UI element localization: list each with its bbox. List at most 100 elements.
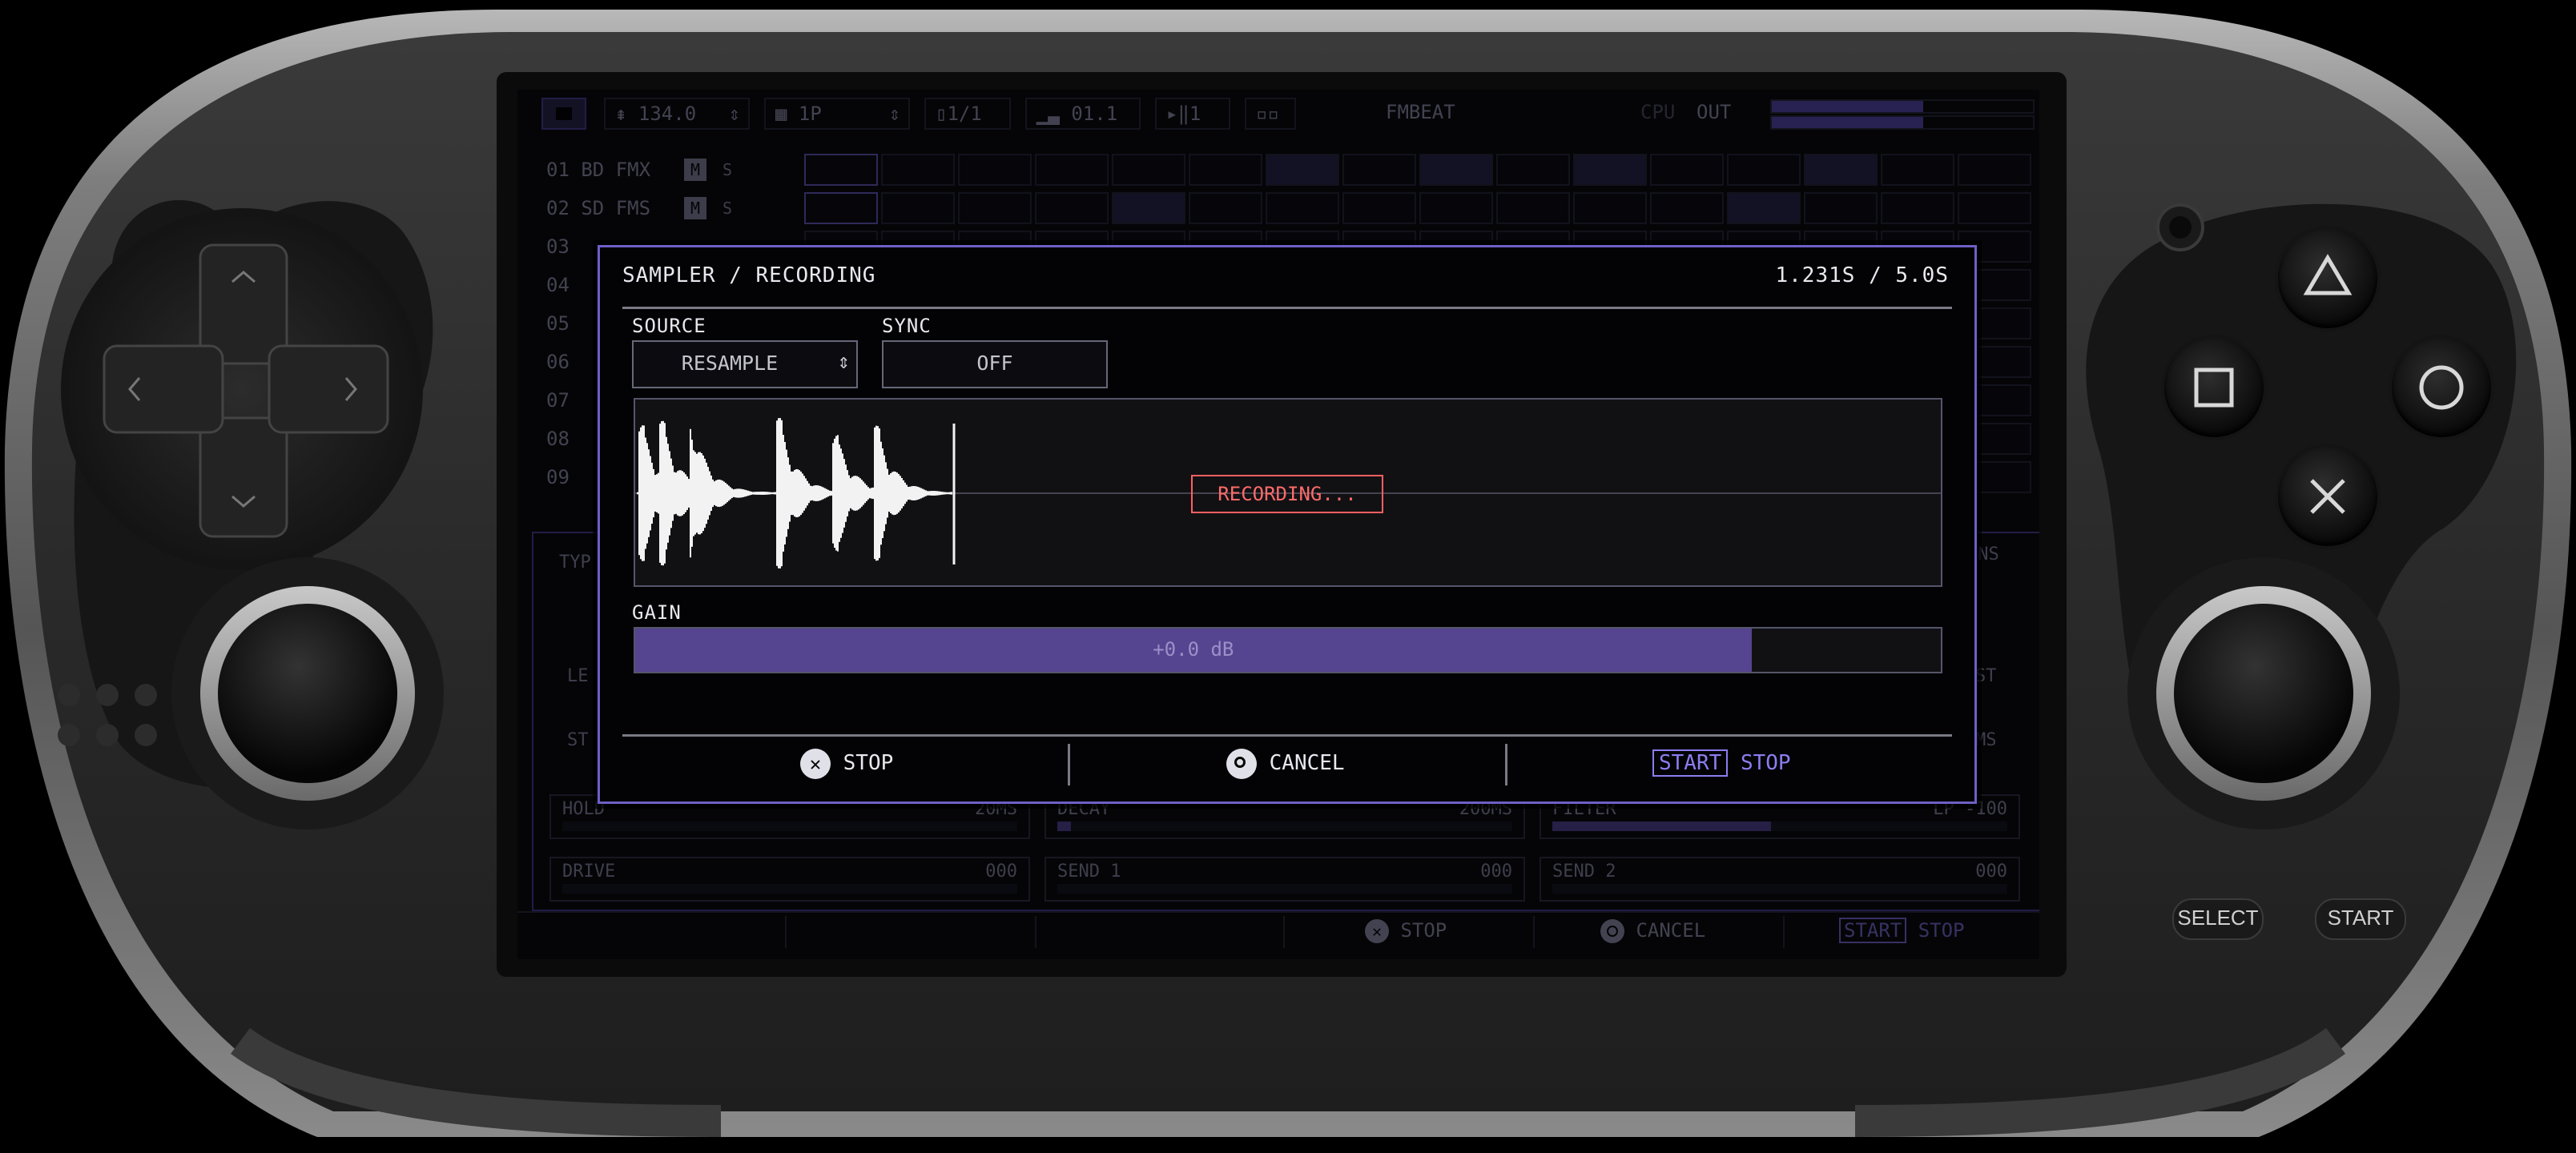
cross-button[interactable]: [2278, 447, 2377, 546]
hold-bar: [562, 822, 1017, 831]
modal-cancel-button[interactable]: CANCEL: [1226, 745, 1345, 781]
step-cell[interactable]: [1035, 192, 1109, 224]
cancel-label: CANCEL: [1269, 751, 1345, 775]
circle-icon: [1600, 919, 1624, 943]
step-cell[interactable]: [1958, 192, 2031, 224]
step-cell[interactable]: [1573, 154, 1647, 186]
bottom-start-stop[interactable]: START STOP: [1839, 918, 1965, 943]
step-cell[interactable]: [1727, 192, 1801, 224]
step-cell[interactable]: [1804, 192, 1878, 224]
page-control[interactable]: ▯1/1: [924, 98, 1011, 130]
stepper-icon: ⇕: [728, 102, 740, 125]
track-label[interactable]: 02 SD FMS: [546, 192, 650, 224]
divider: [1283, 916, 1285, 948]
step-cell[interactable]: [1266, 192, 1339, 224]
project-name: FMBEAT: [1386, 101, 1455, 123]
solo-button[interactable]: S: [716, 159, 739, 181]
view-mode-button[interactable]: ▫▫: [1245, 98, 1296, 130]
dpad[interactable]: [61, 208, 423, 570]
page-icon: ▯: [936, 102, 948, 125]
title-divider: [622, 307, 1952, 309]
step-cell[interactable]: [1727, 154, 1801, 186]
step-cell[interactable]: [1419, 154, 1493, 186]
recording-time: 1.231S / 5.0S: [1775, 263, 1949, 287]
square-icon: [2194, 368, 2234, 408]
step-cell[interactable]: [1112, 154, 1185, 186]
stop-label-2: STOP: [1740, 751, 1791, 775]
step-cell[interactable]: [804, 154, 878, 186]
track-label[interactable]: 05: [546, 307, 570, 339]
gain-value: +0.0 dB: [1153, 638, 1234, 661]
start-button[interactable]: START: [2315, 898, 2406, 940]
param-row3-right: MS: [1975, 730, 1997, 750]
stop-transport-button[interactable]: [541, 98, 586, 130]
track-label[interactable]: 03: [546, 231, 570, 263]
step-cell[interactable]: [1342, 192, 1416, 224]
param-row2-right: ST: [1975, 666, 1997, 686]
play-mode-control[interactable]: ▸‖1: [1155, 98, 1230, 130]
bottom-stop-button[interactable]: ✕ STOP: [1365, 919, 1447, 943]
sampler-recording-dialog: SAMPLER / RECORDING 1.231S / 5.0S SOURCE…: [598, 245, 1977, 804]
triangle-button[interactable]: [2278, 229, 2377, 328]
step-cell[interactable]: [881, 154, 955, 186]
circle-icon: [1226, 748, 1257, 779]
drive-param[interactable]: DRIVE 000: [549, 857, 1030, 902]
drive-value: 000: [985, 862, 1017, 882]
stop-label-2: STOP: [1918, 919, 1965, 942]
step-cell[interactable]: [1958, 154, 2031, 186]
mute-button[interactable]: M: [684, 197, 706, 219]
track-label[interactable]: 09: [546, 461, 570, 493]
out-label: OUT: [1697, 101, 1732, 123]
step-cell[interactable]: [881, 192, 955, 224]
bottom-bar: [517, 911, 2039, 959]
divider: [1533, 916, 1535, 948]
stop-label: STOP: [1400, 919, 1447, 942]
track-label[interactable]: 07: [546, 384, 570, 416]
step-cell[interactable]: [1650, 192, 1724, 224]
modal-stop-button[interactable]: ✕ STOP: [800, 745, 893, 781]
dialog-title: SAMPLER / RECORDING: [622, 263, 876, 287]
step-cell[interactable]: [1881, 154, 1954, 186]
send1-param[interactable]: SEND 1 000: [1044, 857, 1525, 902]
step-cell[interactable]: [958, 192, 1032, 224]
step-cell[interactable]: [1035, 154, 1109, 186]
step-cell[interactable]: [958, 154, 1032, 186]
tempo-control[interactable]: ⇞ 134.0 ⇕: [604, 98, 750, 130]
step-cell[interactable]: [1650, 154, 1724, 186]
gain-slider[interactable]: +0.0 dB: [634, 627, 1942, 673]
param-type-label: TYP: [559, 552, 591, 572]
step-cell[interactable]: [1342, 154, 1416, 186]
track-label[interactable]: 06: [546, 346, 570, 378]
mute-button[interactable]: M: [684, 159, 706, 181]
right-analog-stick[interactable]: [2127, 557, 2400, 830]
left-analog-stick[interactable]: [171, 557, 444, 830]
circle-button[interactable]: [2392, 338, 2491, 437]
track-label[interactable]: 08: [546, 423, 570, 455]
select-button[interactable]: SELECT: [2172, 898, 2264, 940]
level-control[interactable]: ▁▃ 01.1: [1025, 98, 1141, 130]
step-cell[interactable]: [1189, 192, 1262, 224]
metronome-icon: ⇞: [615, 102, 627, 125]
track-label[interactable]: 04: [546, 269, 570, 301]
step-cell[interactable]: [1189, 154, 1262, 186]
solo-button[interactable]: S: [716, 197, 739, 219]
pattern-control[interactable]: ▦ 1P ⇕: [764, 98, 910, 130]
sync-toggle[interactable]: OFF: [882, 340, 1108, 388]
stepper-icon: ⇕: [837, 350, 850, 374]
square-button[interactable]: [2164, 338, 2264, 437]
bottom-cancel-button[interactable]: CANCEL: [1600, 919, 1705, 943]
step-cell[interactable]: [1496, 192, 1570, 224]
source-select[interactable]: RESAMPLE ⇕: [632, 340, 858, 388]
step-cell[interactable]: [1804, 154, 1878, 186]
step-cell[interactable]: [1573, 192, 1647, 224]
track-label[interactable]: 01 BD FMX: [546, 154, 650, 186]
step-cell[interactable]: [1881, 192, 1954, 224]
source-value: RESAMPLE: [681, 352, 779, 375]
step-cell[interactable]: [1419, 192, 1493, 224]
step-cell[interactable]: [1112, 192, 1185, 224]
step-cell[interactable]: [1266, 154, 1339, 186]
modal-start-stop[interactable]: START STOP: [1652, 745, 1791, 781]
step-cell[interactable]: [1496, 154, 1570, 186]
step-cell[interactable]: [804, 192, 878, 224]
send2-param[interactable]: SEND 2 000: [1540, 857, 2020, 902]
